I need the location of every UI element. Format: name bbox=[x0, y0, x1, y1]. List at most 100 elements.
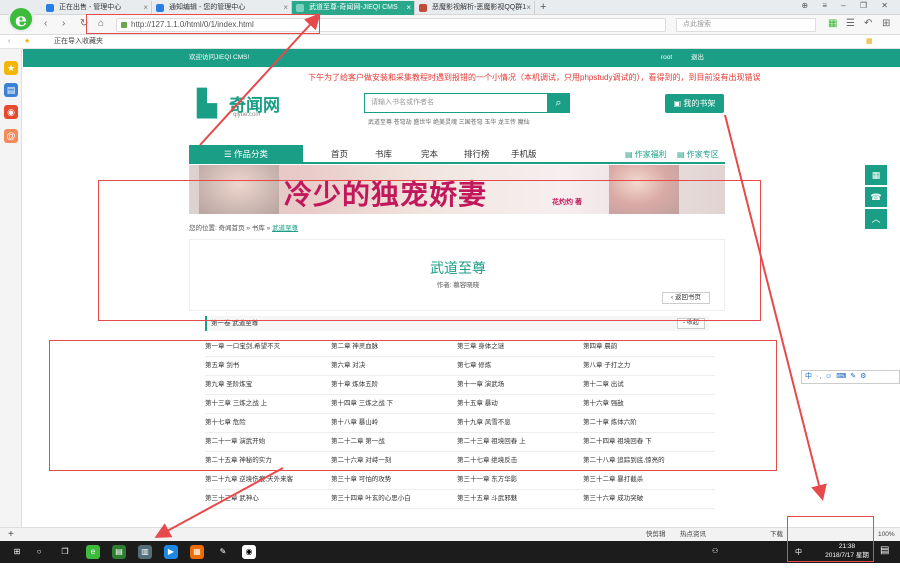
notes-icon[interactable]: ▤ bbox=[4, 83, 18, 97]
chapter-link[interactable]: 第十八章 暴山岭 bbox=[331, 417, 378, 429]
search-circle-icon[interactable]: ○ bbox=[32, 545, 46, 559]
window-controls[interactable]: ⊕ ≡ – ❐ ✕ bbox=[801, 1, 894, 10]
menu-icon[interactable]: ☰ bbox=[846, 18, 855, 29]
chapter-link[interactable]: 第十一章 演武场 bbox=[457, 379, 504, 391]
chapter-link[interactable]: 第六章 对决 bbox=[331, 360, 365, 372]
people-icon[interactable]: ⚇ bbox=[712, 547, 718, 555]
chapter-link[interactable]: 第二十章 炼体六阶 bbox=[583, 417, 637, 429]
chapter-link[interactable]: 第十二章 出试 bbox=[583, 379, 624, 391]
author-welfare-link[interactable]: ▤ 作家福利 bbox=[625, 145, 667, 164]
search-icon[interactable]: ⌕ bbox=[547, 93, 570, 113]
app-taskbar-icon[interactable]: ▤ bbox=[112, 545, 126, 559]
favorites-star-icon[interactable]: ★ bbox=[24, 35, 30, 49]
author-zone-link[interactable]: ▤ 作家专区 bbox=[677, 145, 719, 164]
chapter-link[interactable]: 第二章 神灵血脉 bbox=[331, 341, 378, 353]
chat-taskbar-icon[interactable]: ◉ bbox=[242, 545, 256, 559]
my-bookshelf-button[interactable]: ▣ 我的书架 bbox=[665, 94, 724, 113]
phone-icon[interactable]: ☎ bbox=[865, 187, 887, 207]
chapter-link[interactable]: 第九章 圣阶炼宝 bbox=[205, 379, 252, 391]
chapter-link[interactable]: 第八章 子打之力 bbox=[583, 360, 630, 372]
chapter-link[interactable]: 第十七章 危险 bbox=[205, 417, 246, 429]
forward-button[interactable]: › bbox=[62, 18, 65, 29]
chapter-link[interactable]: 第三十六章 成功突破 bbox=[583, 493, 643, 505]
menu-finished[interactable]: 完本 bbox=[421, 145, 438, 164]
folder-taskbar-icon[interactable]: ▦ bbox=[190, 545, 204, 559]
chapter-link[interactable]: 第十六章 强敌 bbox=[583, 398, 624, 410]
back-to-top-icon[interactable]: ︿ bbox=[865, 209, 887, 229]
chapter-link[interactable]: 第三十章 可怕的攻势 bbox=[331, 474, 391, 486]
add-icon[interactable]: + bbox=[8, 528, 14, 541]
browser-taskbar-icon[interactable]: e bbox=[86, 545, 100, 559]
chapter-link[interactable]: 第十四章 三炼之战 下 bbox=[331, 398, 393, 410]
chapter-link[interactable]: 第一章 一口宝剑,希望不灭 bbox=[205, 341, 280, 353]
status-quick-edit[interactable]: 快剪辑 bbox=[646, 528, 666, 541]
chapter-link[interactable]: 第四章 晨韵 bbox=[583, 341, 617, 353]
menu-mobile[interactable]: 手机版 bbox=[511, 145, 537, 164]
chapter-link[interactable]: 第十九章 风雪不息 bbox=[457, 417, 511, 429]
menu-home[interactable]: 首页 bbox=[331, 145, 348, 164]
browser-tab[interactable]: 正在出售 - 管理中心 × bbox=[42, 1, 152, 15]
address-bar[interactable]: http://127.1.1.0/html/0/1/index.html bbox=[116, 18, 666, 32]
chapter-link[interactable]: 第二十四章 祖境回春 下 bbox=[583, 436, 652, 448]
grid-icon[interactable]: ⊞ bbox=[882, 18, 890, 29]
system-clock[interactable]: 21:38 2018/7/17 星期二 bbox=[822, 542, 872, 569]
extension-icon[interactable]: ▦ bbox=[828, 18, 837, 29]
chapter-link[interactable]: 第三十四章 叶玄的心思小白 bbox=[331, 493, 411, 505]
status-zoom[interactable]: 100% bbox=[878, 528, 895, 541]
mail-icon[interactable]: @ bbox=[4, 129, 18, 143]
browser-search-input[interactable]: 点此搜索 bbox=[676, 18, 816, 32]
chapter-link[interactable]: 第二十二章 第一战 bbox=[331, 436, 385, 448]
categories-button[interactable]: ☰ 作品分类 bbox=[189, 145, 303, 164]
task-view-icon[interactable]: ❐ bbox=[58, 545, 72, 559]
files-taskbar-icon[interactable]: ▥ bbox=[138, 545, 152, 559]
collapse-button[interactable]: - 收起 bbox=[677, 318, 705, 329]
chapter-link[interactable]: 第三十二章 暴打截杀 bbox=[583, 474, 643, 486]
media-taskbar-icon[interactable]: ▶ bbox=[164, 545, 178, 559]
hot-keywords[interactable]: 武道至尊 苍穹劫 盛世华 绝美灵魂 三国苍穹 玉华 龙王传 魔仙 bbox=[368, 117, 530, 126]
weibo-icon[interactable]: ◉ bbox=[4, 105, 18, 119]
undo-icon[interactable]: ↶ bbox=[864, 18, 872, 29]
windows-start-icon[interactable]: ⊞ bbox=[10, 545, 24, 559]
chapter-link[interactable]: 第二十八章 追踪到底,惊亮的 bbox=[583, 455, 665, 467]
home-button[interactable]: ⌂ bbox=[98, 18, 104, 29]
back-button[interactable]: ‹ bbox=[44, 18, 47, 29]
refresh-button[interactable]: ↻ bbox=[80, 18, 88, 29]
chapter-link[interactable]: 第三十三章 武神心 bbox=[205, 493, 259, 505]
status-hot-news[interactable]: 热点资讯 bbox=[680, 528, 706, 541]
chapter-link[interactable]: 第七章 修炼 bbox=[457, 360, 491, 372]
site-logo[interactable]: ▙ 奇闻网 qiyue.com bbox=[197, 89, 307, 121]
close-tab-icon[interactable]: × bbox=[283, 1, 288, 15]
editor-taskbar-icon[interactable]: ✎ bbox=[216, 545, 230, 559]
chapter-link[interactable]: 第二十三章 祖境回春 上 bbox=[457, 436, 526, 448]
chapter-link[interactable]: 第二十一章 演武开始 bbox=[205, 436, 265, 448]
site-search-input[interactable]: 请输入书名或作者名 bbox=[364, 93, 569, 113]
collapse-icon[interactable]: ‹ bbox=[8, 35, 10, 49]
chapter-link[interactable]: 第三十五章 斗武邪魅 bbox=[457, 493, 517, 505]
chapter-link[interactable]: 第十三章 三炼之战 上 bbox=[205, 398, 267, 410]
browser-tab-active[interactable]: 武道至尊-奇闻网-JIEQI CMS × bbox=[292, 1, 415, 15]
new-tab-button[interactable]: + bbox=[540, 0, 546, 15]
promo-banner[interactable]: 冷少的独宠娇妻 花灼灼 著 bbox=[189, 165, 725, 214]
menu-ranking[interactable]: 排行榜 bbox=[464, 145, 490, 164]
chapter-link[interactable]: 第二十九章 逆境伤痕,天外来客 bbox=[205, 474, 293, 486]
breadcrumb-home[interactable]: 奇闻首页 bbox=[219, 225, 245, 232]
menu-library[interactable]: 书库 bbox=[375, 145, 392, 164]
chapter-link[interactable]: 第二十六章 对峙一刻 bbox=[331, 455, 391, 467]
user-link[interactable]: root bbox=[661, 49, 672, 67]
status-download[interactable]: 下载 bbox=[770, 528, 783, 541]
breadcrumb-current[interactable]: 武道至尊 bbox=[272, 225, 298, 232]
chapter-link[interactable]: 第三章 身体之谜 bbox=[457, 341, 504, 353]
back-to-book-button[interactable]: ‹ 返回书页 bbox=[662, 292, 710, 304]
apps-icon[interactable]: ▦ bbox=[866, 35, 873, 49]
ime-toolbar[interactable]: 中 ·, ☺ ⌨ ✎ ⚙ bbox=[801, 370, 900, 384]
ime-language[interactable]: 中 bbox=[795, 547, 802, 557]
close-tab-icon[interactable]: × bbox=[526, 1, 531, 15]
browser-tab[interactable]: 通知编辑 - 您的管理中心 × bbox=[152, 1, 292, 15]
logout-link[interactable]: 退出 bbox=[691, 49, 704, 67]
chapter-link[interactable]: 第二十七章 绝境反击 bbox=[457, 455, 517, 467]
close-tab-icon[interactable]: × bbox=[406, 1, 411, 15]
favorites-icon[interactable]: ★ bbox=[4, 61, 18, 75]
chapter-link[interactable]: 第五章 剑书 bbox=[205, 360, 239, 372]
breadcrumb-library[interactable]: 书库 bbox=[252, 225, 265, 232]
chapter-link[interactable]: 第十五章 暴动 bbox=[457, 398, 498, 410]
